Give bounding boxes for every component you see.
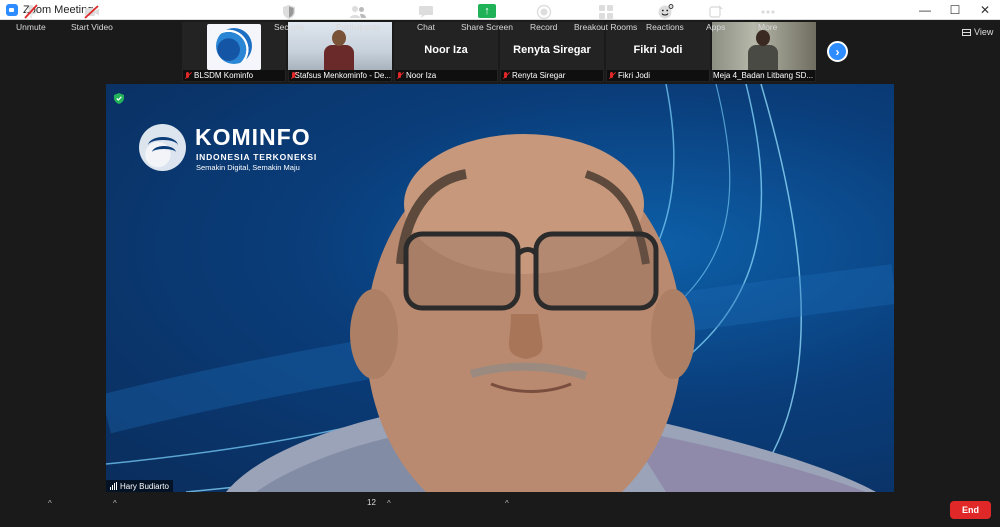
share-screen-button[interactable]: ↑ Share Screen — [461, 4, 513, 32]
participant-display-name: Noor Iza — [424, 44, 468, 56]
participant-label: Meja 4_Badan Litbang SD... — [713, 70, 815, 81]
minimize-button[interactable]: — — [910, 0, 940, 20]
view-button[interactable]: View — [962, 27, 993, 37]
apps-button[interactable]: Apps — [706, 4, 725, 32]
participant-label: Fikri Jodi — [607, 70, 709, 81]
view-label: View — [974, 27, 994, 37]
participant-label: BLSDM Kominfo — [183, 70, 285, 81]
kominfo-logo-thumbnail — [207, 24, 261, 70]
more-dots-icon — [759, 4, 777, 20]
start-video-label: Start Video — [71, 22, 113, 32]
active-speaker-video: KOMINFO INDONESIA TERKONEKSI Semakin Dig… — [106, 84, 894, 492]
participants-count-badge: 12 — [367, 498, 376, 507]
mic-muted-icon — [503, 71, 509, 80]
participants-icon — [349, 4, 367, 20]
filmstrip-next-button[interactable]: › — [827, 41, 848, 62]
view-layout-icon — [962, 28, 971, 36]
audio-options-chevron-icon[interactable]: ^ — [48, 499, 52, 508]
participant-display-name: Renyta Siregar — [513, 44, 591, 56]
mic-muted-icon — [291, 71, 294, 80]
more-button[interactable]: More — [758, 4, 777, 32]
breakout-rooms-label: Breakout Rooms — [574, 22, 638, 32]
speaker-name: Hary Budiarto — [120, 481, 169, 491]
reactions-button[interactable]: Reactions — [646, 4, 684, 32]
start-video-button[interactable]: Start Video — [71, 4, 113, 32]
video-options-chevron-icon[interactable]: ^ — [113, 499, 117, 508]
participant-label: Noor Iza — [395, 70, 497, 81]
participant-name: BLSDM Kominfo — [194, 71, 254, 80]
speaker-name-tag: Hary Budiarto — [106, 480, 173, 492]
reactions-label: Reactions — [646, 22, 684, 32]
share-options-chevron-icon[interactable]: ^ — [505, 499, 509, 508]
unmute-button[interactable]: Unmute — [16, 4, 46, 32]
security-label: Security — [274, 22, 305, 32]
chat-label: Chat — [417, 22, 435, 32]
end-meeting-button[interactable]: End — [950, 501, 991, 519]
speaker-person — [226, 134, 876, 492]
breakout-rooms-grid-icon — [597, 4, 615, 20]
microphone-muted-icon — [22, 4, 40, 20]
unmute-label: Unmute — [16, 22, 46, 32]
participant-name: Fikri Jodi — [618, 71, 651, 80]
participant-name: Stafsus Menkominfo - De... — [294, 71, 391, 80]
participant-name: Renyta Siregar — [512, 71, 566, 80]
record-label: Record — [530, 22, 558, 32]
chat-bubble-icon — [417, 4, 435, 20]
window-controls: — ☐ ✕ — [910, 0, 1000, 20]
participant-tile[interactable]: BLSDM Kominfo — [182, 22, 286, 82]
security-button[interactable]: Security — [274, 4, 305, 32]
maximize-button[interactable]: ☐ — [940, 0, 970, 20]
mic-muted-icon — [397, 71, 403, 80]
participants-label: Participants — [336, 22, 381, 32]
record-button[interactable]: Record — [530, 4, 557, 32]
more-label: More — [758, 22, 778, 32]
share-screen-arrow-icon: ↑ — [477, 4, 496, 18]
smiley-face-icon — [656, 4, 674, 20]
share-screen-label: Share Screen — [461, 22, 513, 32]
close-button[interactable]: ✕ — [970, 0, 1000, 20]
apps-icon — [707, 4, 725, 20]
signal-strength-icon — [110, 482, 117, 490]
participant-label: Stafsus Menkominfo - De... — [289, 70, 391, 81]
chat-button[interactable]: Chat — [417, 4, 435, 32]
mic-muted-icon — [185, 71, 191, 80]
shield-icon — [280, 4, 298, 20]
apps-label: Apps — [706, 22, 726, 32]
breakout-rooms-button[interactable]: Breakout Rooms — [574, 4, 637, 32]
participants-options-chevron-icon[interactable]: ^ — [387, 499, 391, 508]
video-off-icon — [83, 4, 101, 20]
participant-label: Renyta Siregar — [501, 70, 603, 81]
participant-display-name: Fikri Jodi — [633, 44, 683, 56]
record-icon — [535, 4, 553, 20]
mic-muted-icon — [609, 71, 615, 80]
participants-button[interactable]: Participants — [336, 4, 380, 32]
meeting-controls-toolbar — [0, 492, 1000, 527]
participant-name: Noor Iza — [406, 71, 437, 80]
participant-name: Meja 4_Badan Litbang SD... — [713, 71, 814, 80]
